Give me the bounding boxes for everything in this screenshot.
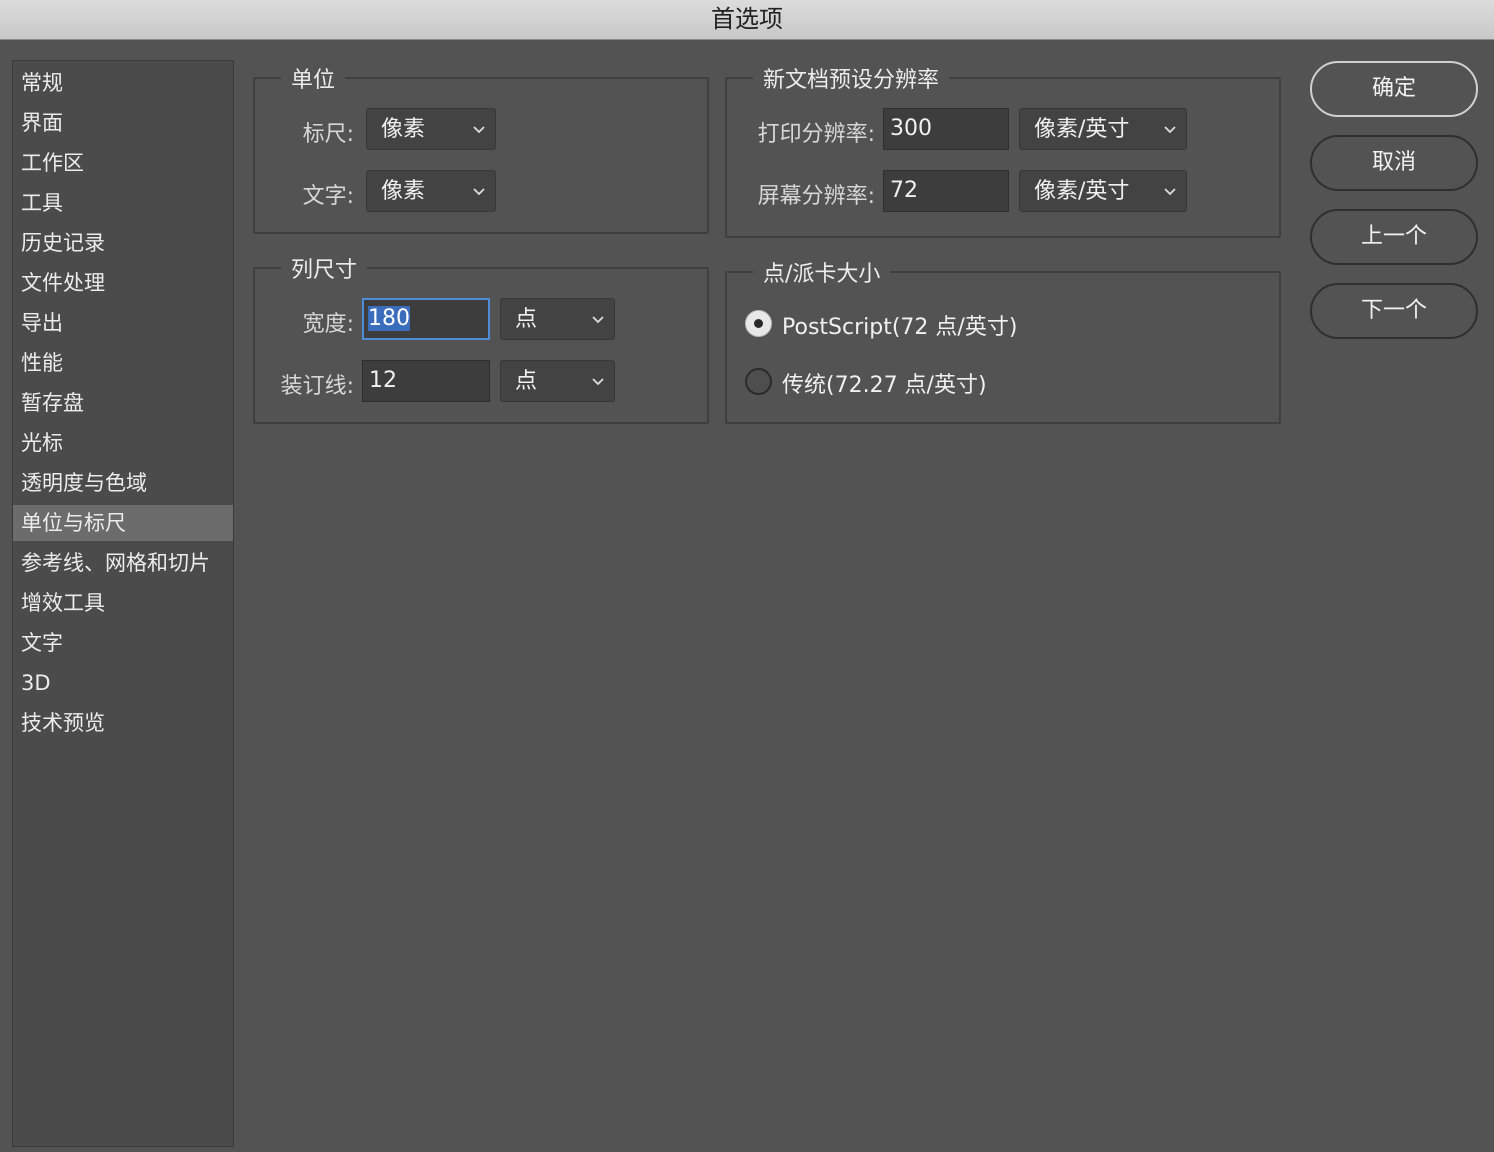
sidebar-item-cursors[interactable]: 光标 bbox=[13, 425, 233, 461]
gutter-input[interactable]: 12 bbox=[362, 360, 490, 402]
chevron-down-icon bbox=[471, 171, 487, 213]
print-resolution-input[interactable]: 300 bbox=[883, 108, 1009, 150]
column-width-unit-value: 点 bbox=[515, 307, 538, 332]
print-resolution-label: 打印分辨率: bbox=[757, 122, 875, 147]
sidebar-item-type[interactable]: 文字 bbox=[13, 625, 233, 661]
sidebar-item-general[interactable]: 常规 bbox=[13, 65, 233, 101]
gutter-value: 12 bbox=[369, 368, 397, 393]
column-width-label: 宽度: bbox=[302, 312, 354, 337]
postscript-radio[interactable] bbox=[745, 310, 772, 337]
ruler-unit-value: 像素 bbox=[381, 117, 426, 142]
screen-resolution-input[interactable]: 72 bbox=[883, 170, 1009, 212]
sidebar-item-file-handling[interactable]: 文件处理 bbox=[13, 265, 233, 301]
ruler-unit-select[interactable]: 像素 bbox=[366, 108, 496, 150]
screen-resolution-label: 屏幕分辨率: bbox=[757, 184, 875, 209]
sidebar-item-tech-preview[interactable]: 技术预览 bbox=[13, 705, 233, 741]
print-resolution-unit-value: 像素/英寸 bbox=[1034, 117, 1130, 142]
sidebar-item-plugins[interactable]: 增效工具 bbox=[13, 585, 233, 621]
units-legend: 单位 bbox=[291, 68, 336, 93]
ok-button[interactable]: 确定 bbox=[1310, 61, 1478, 117]
gutter-label: 装订线: bbox=[280, 374, 354, 399]
sidebar-item-3d[interactable]: 3D bbox=[13, 665, 233, 701]
window-title: 首选项 bbox=[711, 5, 783, 33]
column-width-input[interactable]: 180 bbox=[362, 298, 490, 340]
column-width-value: 180 bbox=[368, 306, 410, 331]
screen-resolution-unit-select[interactable]: 像素/英寸 bbox=[1019, 170, 1187, 212]
sidebar-item-history[interactable]: 历史记录 bbox=[13, 225, 233, 261]
ruler-label: 标尺: bbox=[302, 122, 354, 147]
sidebar-item-scratch-disks[interactable]: 暂存盘 bbox=[13, 385, 233, 421]
column-width-unit-select[interactable]: 点 bbox=[500, 298, 615, 340]
cancel-button[interactable]: 取消 bbox=[1310, 135, 1478, 191]
sidebar-item-tools[interactable]: 工具 bbox=[13, 185, 233, 221]
traditional-radio-label[interactable]: 传统(72.27 点/英寸) bbox=[782, 367, 987, 399]
sidebar-item-transparency-gamut[interactable]: 透明度与色域 bbox=[13, 465, 233, 501]
chevron-down-icon bbox=[590, 361, 606, 403]
gutter-unit-select[interactable]: 点 bbox=[500, 360, 615, 402]
gutter-unit-value: 点 bbox=[515, 369, 538, 394]
next-button[interactable]: 下一个 bbox=[1310, 283, 1478, 339]
preferences-sidebar: 常规 界面 工作区 工具 历史记录 文件处理 导出 性能 暂存盘 光标 透明度与… bbox=[12, 60, 234, 1147]
chevron-down-icon bbox=[1162, 109, 1178, 151]
chevron-down-icon bbox=[1162, 171, 1178, 213]
sidebar-item-interface[interactable]: 界面 bbox=[13, 105, 233, 141]
previous-button[interactable]: 上一个 bbox=[1310, 209, 1478, 265]
traditional-radio[interactable] bbox=[745, 368, 772, 395]
type-unit-select[interactable]: 像素 bbox=[366, 170, 496, 212]
point-pica-legend: 点/派卡大小 bbox=[763, 262, 881, 287]
sidebar-item-units-rulers[interactable]: 单位与标尺 bbox=[13, 505, 233, 541]
resolution-legend: 新文档预设分辨率 bbox=[763, 68, 940, 93]
type-unit-label: 文字: bbox=[302, 184, 354, 209]
print-resolution-unit-select[interactable]: 像素/英寸 bbox=[1019, 108, 1187, 150]
chevron-down-icon bbox=[590, 299, 606, 341]
screen-resolution-value: 72 bbox=[890, 178, 918, 203]
screen-resolution-unit-value: 像素/英寸 bbox=[1034, 179, 1130, 204]
sidebar-item-export[interactable]: 导出 bbox=[13, 305, 233, 341]
type-unit-value: 像素 bbox=[381, 179, 426, 204]
column-size-legend: 列尺寸 bbox=[291, 258, 358, 283]
sidebar-item-guides-grid-slices[interactable]: 参考线、网格和切片 bbox=[13, 545, 233, 581]
sidebar-item-performance[interactable]: 性能 bbox=[13, 345, 233, 381]
chevron-down-icon bbox=[471, 109, 487, 151]
postscript-radio-label[interactable]: PostScript(72 点/英寸) bbox=[782, 309, 1017, 341]
sidebar-item-workspace[interactable]: 工作区 bbox=[13, 145, 233, 181]
window-titlebar: 首选项 bbox=[0, 0, 1494, 40]
print-resolution-value: 300 bbox=[890, 116, 932, 141]
